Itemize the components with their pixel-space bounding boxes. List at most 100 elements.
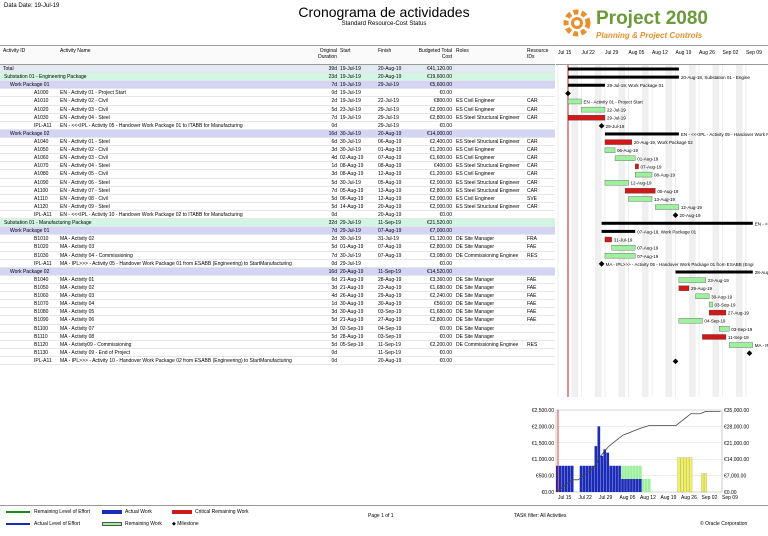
cell-cost: €5,600.00 — [429, 82, 452, 89]
table-row[interactable]: A1100 EN - Activity 07 - Steel 7d 05-Aug-19… — [0, 187, 555, 195]
cell-cost: €560.00 — [433, 301, 452, 308]
cell-activity-id: B1050 — [34, 284, 49, 291]
table-row[interactable]: B1070 MA - Activity 04 1d 30-Aug-19 30-Aug-1… — [0, 300, 555, 309]
bar-actual-work — [624, 478, 627, 492]
activity-bar — [611, 244, 636, 251]
bar-remaining-work — [624, 465, 627, 479]
table-row[interactable]: A1040 EN - Activity 01 - Steel 6d 30-Jul-19… — [0, 138, 555, 147]
cell-dur: 7d — [331, 187, 337, 194]
table-row[interactable]: B1050 MA - Activity 02 3d 21-Aug-19 23-Aug-1… — [0, 284, 555, 293]
table-row[interactable]: A1000 EN - Activity 01 - Project Start 0d 1… — [0, 89, 555, 98]
cell-finish: 05-Aug-19 — [378, 179, 402, 186]
gantt-label: 03-Sep-19 — [714, 302, 736, 307]
table-row[interactable]: B1040 MA - Activity 01 6d 21-Aug-19 28-Aug-1… — [0, 276, 555, 284]
table-row[interactable]: B1090 MA - Activity 06 5d 21-Aug-19 27-Aug-1… — [0, 316, 555, 325]
cell-activity-name: EN - Activity 08 - Civil — [60, 195, 108, 202]
activity-bar — [604, 236, 612, 243]
col-activity-name[interactable]: Activity Name — [60, 48, 91, 54]
cell-activity-id: Work Package 02 — [10, 130, 50, 137]
table-row[interactable]: A1060 EN - Activity 03 - Civil 4d 02-Aug-19… — [0, 154, 555, 163]
gear-icon — [563, 9, 591, 37]
cell-cost: €2,800.00 — [429, 187, 452, 194]
table-row[interactable]: A1010 EN - Activity 02 - Civil 2d 19-Jul-19… — [0, 97, 555, 106]
timescale-week: Aug 26 — [699, 50, 715, 56]
cell-res: FAE — [527, 293, 537, 300]
table-row[interactable]: B1080 MA - Activity 05 3d 30-Aug-19 03-Sep-1… — [0, 308, 555, 317]
cell-activity-id: IPL-A11 — [34, 260, 52, 267]
gantt-label: 06-Aug-19 — [617, 148, 639, 153]
cell-cost: €0.00 — [439, 122, 452, 129]
cell-start: 29-Jul-19 — [340, 228, 361, 235]
table-row[interactable]: Total 39d 19-Jul-19 20-Aug-19 €41,120.00 — [0, 65, 555, 74]
cell-cost: €2,800.00 — [429, 317, 452, 324]
weekend-shade — [598, 65, 602, 397]
col-start[interactable]: Start — [340, 48, 351, 54]
cell-activity-id: Total — [3, 66, 14, 72]
cell-cost: €1,200.00 — [429, 171, 452, 178]
activity-bar — [604, 139, 632, 145]
table-row[interactable]: Substation 01 - Manufacturing Package 32d… — [0, 219, 555, 228]
col-activity-id[interactable]: Activity ID — [3, 48, 25, 54]
col-resource[interactable]: Resource IDs — [527, 48, 553, 60]
table-row[interactable]: IPL-A11 MA - IPL>>> - Activity 05 - Hando… — [0, 260, 555, 268]
table-row[interactable]: IPL-A11 EN - <<<IPL - Activity 10 - Hando… — [0, 211, 555, 220]
table-row[interactable]: A1090 EN - Activity 06 - Steel 5d 30-Jul-19… — [0, 179, 555, 187]
weekend-shade — [594, 65, 599, 397]
table-row[interactable]: A1050 EN - Activity 02 - Civil 3d 30-Jul-19… — [0, 146, 555, 155]
table-row[interactable]: Work Package 01 7d 29-Jul-19 07-Aug-19 €7,00… — [0, 227, 555, 236]
cell-activity-id: B1070 — [34, 301, 49, 308]
summary-bar — [601, 221, 753, 225]
table-row[interactable]: Substation 01 - Engineering Package 23d 19… — [0, 73, 555, 82]
weekend-shade — [571, 65, 575, 397]
table-row[interactable]: A1110 EN - Activity 08 - Civil 5d 06-Aug-19… — [0, 195, 555, 203]
cell-activity-name: MA - Activity 03 — [60, 293, 95, 300]
cell-finish: 13-Aug-19 — [378, 187, 402, 194]
table-row[interactable]: B1020 MA - Activity 03 5d 01-Aug-19 07-Aug-1… — [0, 243, 555, 252]
table-row[interactable]: IPL-A11 EN - <<<IPL - Activity 05 - Hando… — [0, 122, 555, 130]
col-roles[interactable]: Roles — [456, 48, 469, 54]
cell-finish: 20-Aug-19 — [378, 66, 402, 72]
table-row[interactable]: A1120 EN - Activity 09 - Steel 5d 14-Aug-19… — [0, 203, 555, 211]
table-row[interactable]: B1010 MA - Activity 02 2d 30-Jul-19 31-Jul-1… — [0, 235, 555, 244]
table-row[interactable]: B1100 MA - Activity 07 3d 02-Sep-19 04-Sep-1… — [0, 325, 555, 333]
table-row[interactable]: Work Package 02 16d 30-Jul-19 20-Aug-19 €14,… — [0, 129, 555, 138]
cell-activity-id: Substation 01 - Engineering Package — [4, 74, 87, 81]
table-row[interactable]: Work Package 02 16d 20-Aug-19 11-Sep-19 €14,… — [0, 267, 555, 276]
cell-cost: €1,600.00 — [429, 155, 452, 162]
table-row[interactable]: IPL-A11 MA - IPL>>> - Activity 10 - Hando… — [0, 357, 555, 366]
cell-activity-name: MA - Activity 07 — [60, 325, 95, 332]
table-row[interactable]: B1110 MA - Activity 08 5d 28-Aug-19 03-Sep-1… — [0, 333, 555, 341]
table-row[interactable]: B1030 MA - Activity 04 - Commissioning 7d 3… — [0, 252, 555, 260]
col-finish[interactable]: Finish — [378, 48, 391, 54]
table-row[interactable]: A1030 EN - Activity 04 - Steel 7d 19-Jul-19… — [0, 114, 555, 122]
bar-yellow-work — [677, 457, 681, 493]
table-row[interactable]: A1080 EN - Activity 05 - Civil 3d 08-Aug-19… — [0, 170, 555, 179]
gantt-label: 23-Aug-19 — [708, 278, 730, 283]
table-row[interactable]: B1120 MA - Activity09 - Commissioning 5d 05… — [0, 341, 555, 349]
cell-activity-id: Substation 01 - Manufacturing Package — [4, 220, 92, 227]
table-row[interactable]: A1070 EN - Activity 04 - Steel 1d 08-Aug-19… — [0, 162, 555, 171]
cell-activity-name: EN - Activity 01 - Project Start — [60, 90, 126, 97]
col-duration[interactable]: Original Duration — [312, 48, 337, 60]
cell-res: FAE — [527, 309, 537, 316]
cell-dur: 6d — [331, 276, 337, 283]
cell-start: 21-Aug-19 — [340, 276, 364, 283]
copyright: © Oracle Corporation — [700, 521, 748, 527]
table-row[interactable]: A1020 EN - Activity 03 - Civil 5d 23-Jul-19… — [0, 106, 555, 114]
cell-dur: 2d — [331, 236, 337, 243]
cell-role: DE Site Manager — [456, 333, 495, 340]
activity-bar — [604, 147, 616, 153]
cell-activity-id: A1000 — [34, 90, 49, 97]
table-row[interactable]: B1130 MA - Activity 09 - End of Project 0d… — [0, 349, 555, 357]
cell-cost: €3,360.00 — [429, 276, 452, 283]
activity-bar — [678, 285, 690, 291]
activity-bar — [678, 277, 706, 283]
col-cost[interactable]: Budgeted Total Cost — [412, 48, 452, 60]
table-row[interactable]: Work Package 01 7d 19-Jul-19 29-Jul-19 €5,60… — [0, 81, 555, 90]
summary-bar — [568, 83, 605, 87]
legend-remaining-loe: Remaining Level of Effort — [34, 509, 91, 515]
table-row[interactable]: B1060 MA - Activity 03 4d 26-Aug-19 29-Aug-1… — [0, 292, 555, 301]
logo-subtitle: Planning & Project Controls — [596, 31, 703, 40]
cell-cost: €800.00 — [433, 98, 452, 105]
cell-cost: €2,000.00 — [429, 203, 452, 210]
